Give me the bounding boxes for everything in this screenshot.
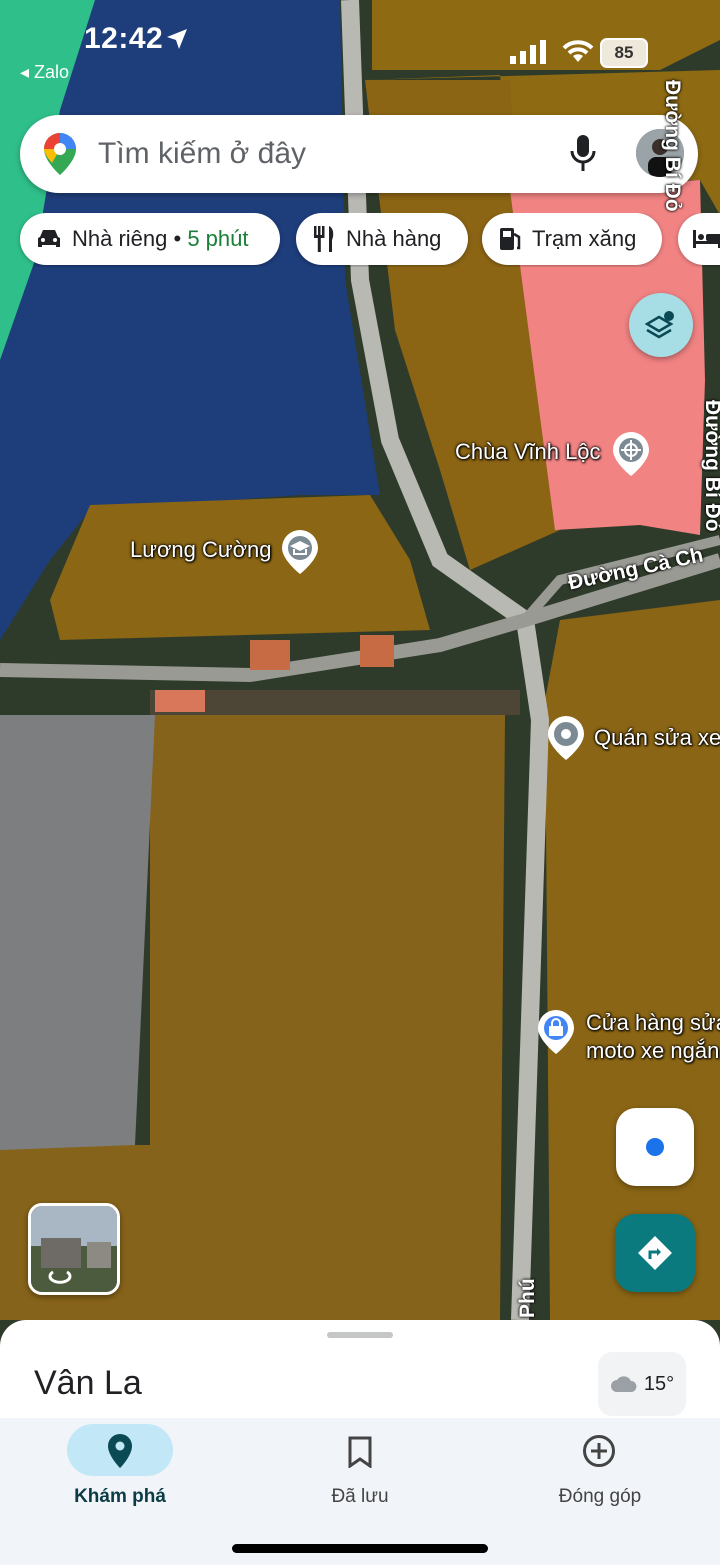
- battery-level: 85: [614, 43, 634, 62]
- cloud-icon: [610, 1376, 637, 1392]
- street-view-thumbnail[interactable]: [28, 1203, 120, 1295]
- chip-restaurants[interactable]: Nhà hàng: [296, 213, 468, 265]
- back-to-app-link[interactable]: ◂ Zalo: [20, 62, 69, 83]
- poi-chua-vinh-loc-label: Chùa Vĩnh Lộc: [455, 439, 601, 464]
- layers-icon: [645, 311, 674, 339]
- poi-chua-vinh-loc[interactable]: Chùa Vĩnh Lộc: [455, 432, 649, 476]
- home-indicator[interactable]: [232, 1544, 488, 1553]
- place-name: Vân La: [34, 1364, 142, 1402]
- poi-cua-hang-label-1: Cửa hàng sửa: [586, 1010, 720, 1035]
- directions-icon: [638, 1236, 672, 1270]
- shopping-pin-icon: [538, 1010, 574, 1054]
- location-arrow-icon: [167, 29, 187, 49]
- road-label-duong-top-right: Đường Bí Đỏ: [661, 80, 684, 212]
- google-maps-pin-icon: [44, 133, 76, 175]
- chip-restaurants-label: Nhà hàng: [346, 226, 442, 251]
- place-pin-icon: [548, 716, 584, 760]
- bottom-navigation: Khám phá Đã lưu Đóng góp: [0, 1418, 720, 1565]
- add-circle-icon: [583, 1435, 615, 1467]
- nav-saved[interactable]: Đã lưu: [240, 1418, 480, 1538]
- temple-pin-icon: [613, 432, 649, 476]
- road-label-duong-bi-do: Đường Bí Đỏ: [701, 400, 720, 532]
- directions-button[interactable]: [615, 1214, 695, 1292]
- poi-quan-sua-xe-label: Quán sửa xe: [594, 725, 720, 750]
- nav-contribute-label: Đóng góp: [558, 1486, 642, 1507]
- search-bar[interactable]: Tìm kiếm ở đây: [20, 115, 698, 193]
- layers-button[interactable]: [629, 293, 693, 357]
- bookmark-icon: [348, 1436, 372, 1468]
- gas-station-icon: [500, 228, 521, 250]
- my-location-button[interactable]: [616, 1108, 694, 1186]
- street-view-photo-icon: [31, 1206, 117, 1292]
- nav-explore[interactable]: Khám phá: [0, 1418, 240, 1538]
- poi-cua-hang-label-2: moto xe ngắn: [586, 1038, 720, 1063]
- road-label-phu: Phú: [516, 1278, 539, 1318]
- status-bar: 12:42 ◂ Zalo 85: [0, 0, 720, 100]
- nav-contribute[interactable]: Đóng góp: [480, 1418, 720, 1538]
- nav-explore-label: Khám phá: [74, 1486, 166, 1507]
- battery-indicator: 85: [600, 38, 648, 68]
- hotel-icon: [693, 230, 720, 248]
- chip-home-duration: 5 phút: [187, 226, 249, 251]
- chip-home[interactable]: Nhà riêng • 5 phút: [20, 213, 280, 265]
- nav-saved-label: Đã lưu: [331, 1486, 389, 1507]
- chip-gas-stations-label: Trạm xăng: [532, 226, 637, 251]
- explore-pin-icon: [108, 1434, 132, 1468]
- school-pin-icon: [282, 530, 318, 574]
- chip-home-label: Nhà riêng: [72, 226, 168, 251]
- poi-luong-cuong[interactable]: Lương Cường: [130, 530, 318, 574]
- my-location-icon: [646, 1138, 664, 1156]
- chip-gas-stations[interactable]: Trạm xăng: [482, 213, 662, 265]
- car-icon: [38, 230, 60, 247]
- chip-separator: •: [167, 226, 188, 251]
- chip-hotels[interactable]: [678, 213, 720, 265]
- restaurant-icon: [314, 226, 334, 252]
- status-time: 12:42: [84, 22, 164, 55]
- poi-luong-cuong-label: Lương Cường: [130, 537, 272, 562]
- microphone-icon[interactable]: [570, 135, 596, 173]
- weather-badge[interactable]: 15°: [598, 1352, 686, 1416]
- wifi-icon: [562, 40, 594, 62]
- search-input[interactable]: Tìm kiếm ở đây: [98, 137, 306, 171]
- signal-icon: [510, 40, 546, 64]
- weather-temperature: 15°: [643, 1372, 675, 1395]
- sheet-drag-handle[interactable]: [327, 1332, 393, 1338]
- category-chips: Nhà riêng • 5 phút Nhà hàng Trạm xăng: [0, 213, 720, 267]
